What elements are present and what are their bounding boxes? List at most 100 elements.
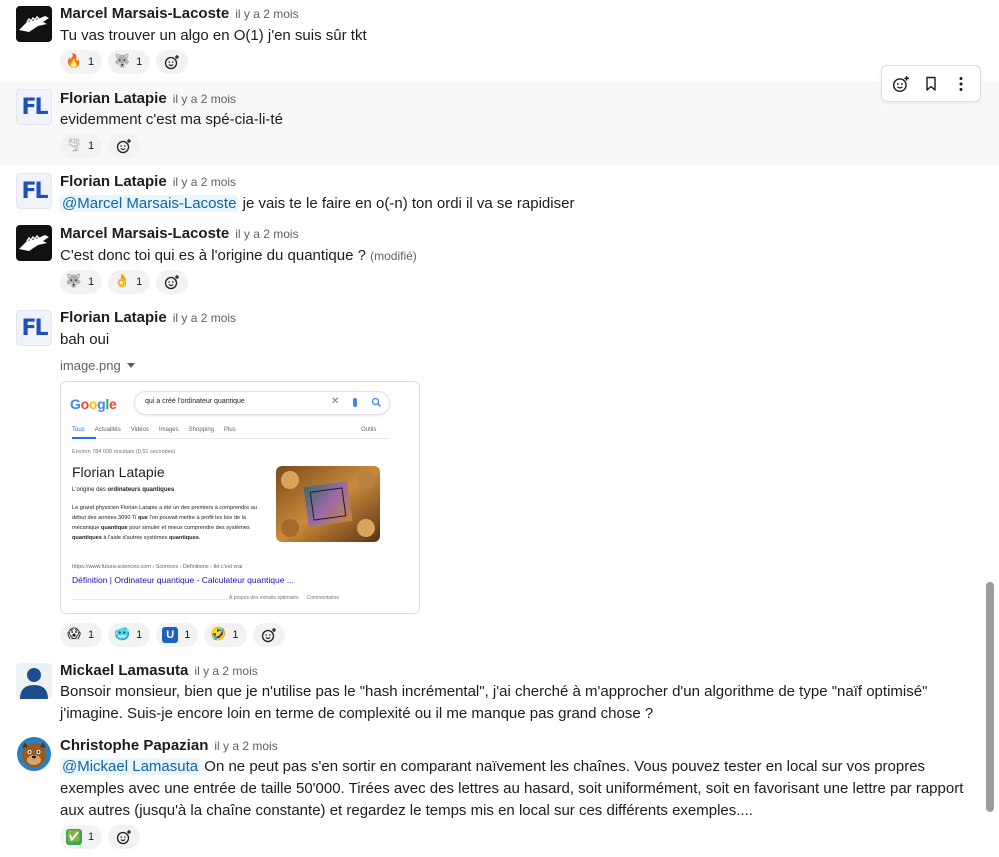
message-text: bah oui xyxy=(60,331,110,348)
divider xyxy=(72,438,390,439)
timestamp[interactable]: il y a 2 mois xyxy=(194,664,257,678)
tab-more: Plus xyxy=(224,427,236,433)
snippet-footer: À propos des extraits optimisés Commentai… xyxy=(229,595,339,601)
search-icon xyxy=(371,397,381,407)
scrollbar-thumb[interactable] xyxy=(986,582,994,812)
message: FL Florian Latapie il y a 2 mois evidemme… xyxy=(0,81,999,165)
tab-shopping: Shopping xyxy=(188,427,214,433)
reactions: ✅ 1 xyxy=(60,825,141,849)
timestamp[interactable]: il y a 2 mois xyxy=(173,92,236,106)
reactions: 🐺 1 👌 1 xyxy=(60,270,189,294)
reactions: 🌪 1 xyxy=(60,134,141,158)
add-reaction-button[interactable] xyxy=(156,50,189,74)
reaction[interactable]: 👌 1 xyxy=(108,270,151,294)
image-attachment[interactable]: Google qui a créé l'ordinateur quantique… xyxy=(60,381,420,614)
reaction-count: 1 xyxy=(88,276,95,288)
add-reaction-button[interactable] xyxy=(252,623,285,647)
author-name[interactable]: Florian Latapie xyxy=(60,173,167,190)
message-text: @Marcel Marsais-Lacoste je vais te le fa… xyxy=(60,195,575,212)
add-emoji-icon xyxy=(261,628,276,643)
message: Christophe Papazian il y a 2 mois @Mickae… xyxy=(0,732,999,857)
bookmark-button[interactable] xyxy=(917,70,945,98)
reaction[interactable]: 🐺 1 xyxy=(60,270,103,294)
message: Marcel Marsais-Lacoste il y a 2 mois Tu v… xyxy=(0,0,999,80)
author-name[interactable]: Florian Latapie xyxy=(60,309,167,326)
fire-icon: 🔥 xyxy=(65,54,83,69)
avatar[interactable]: FL xyxy=(16,173,52,209)
reaction[interactable]: 🔥 1 xyxy=(60,50,103,74)
author-name[interactable]: Marcel Marsais-Lacoste xyxy=(60,225,229,242)
message-text: Bonsoir monsieur, bien que je n'utilise … xyxy=(60,683,928,722)
ok-hand-icon: 👌 xyxy=(114,274,131,289)
timestamp[interactable]: il y a 2 mois xyxy=(235,227,298,241)
reaction[interactable]: 🤣 1 xyxy=(204,623,247,647)
message: FL Florian Latapie il y a 2 mois @Marcel … xyxy=(0,166,999,218)
message-text: C'est donc toi qui es à l'origine du qua… xyxy=(60,247,417,264)
avatar[interactable] xyxy=(16,736,52,772)
microphone-icon xyxy=(353,398,357,407)
avatar[interactable] xyxy=(16,6,52,42)
author-name[interactable]: Mickael Lamasuta xyxy=(60,662,188,679)
avatar[interactable] xyxy=(16,225,52,261)
check-mark-icon: ✅ xyxy=(66,829,82,845)
close-icon: ✕ xyxy=(331,396,340,407)
reactions: 😱 1 🥶 1 U1 🤣 1 xyxy=(60,623,285,647)
tab-all: Tous xyxy=(72,427,85,433)
rofl-icon: 🤣 xyxy=(210,627,227,642)
reaction[interactable]: 🥶 1 xyxy=(108,623,151,647)
add-reaction-button[interactable] xyxy=(108,825,141,849)
result-link: Définition | Ordinateur quantique - Calc… xyxy=(72,575,294,585)
add-emoji-icon xyxy=(165,275,180,290)
user-mention[interactable]: @Mickael Lamasuta xyxy=(60,758,201,775)
file-name-toggle[interactable]: image.png xyxy=(60,358,135,373)
message-feed: Marcel Marsais-Lacoste il y a 2 mois Tu v… xyxy=(0,0,999,857)
author-name[interactable]: Marcel Marsais-Lacoste xyxy=(60,5,229,22)
reaction[interactable]: ✅ 1 xyxy=(60,825,103,849)
author-name[interactable]: Florian Latapie xyxy=(60,90,167,107)
reaction[interactable]: 😱 1 xyxy=(60,623,103,647)
add-reaction-button[interactable] xyxy=(108,134,141,158)
reaction-count: 1 xyxy=(136,56,143,68)
author-name[interactable]: Christophe Papazian xyxy=(60,737,208,754)
scream-icon: 😱 xyxy=(67,627,81,642)
user-mention[interactable]: @Marcel Marsais-Lacoste xyxy=(60,195,239,212)
tab-images: Images xyxy=(158,427,179,433)
add-emoji-icon xyxy=(165,55,180,70)
avatar[interactable] xyxy=(16,663,52,699)
reaction-count: 1 xyxy=(232,629,239,641)
about-snippets-label: À propos des extraits optimisés xyxy=(229,595,299,601)
message-text: Tu vas trouver un algo en O(1) j'en suis… xyxy=(60,27,367,44)
search-tabs: Tous Actualités Vidéos Images Shopping P… xyxy=(72,427,236,433)
reaction-count: 1 xyxy=(184,629,191,641)
tab-news: Actualités xyxy=(94,427,121,433)
search-query: qui a créé l'ordinateur quantique xyxy=(145,398,245,405)
reactions: 🔥 1 🐺 1 xyxy=(60,50,189,74)
avatar[interactable]: FL xyxy=(16,310,52,346)
timestamp[interactable]: il y a 2 mois xyxy=(214,739,277,753)
add-reaction-button[interactable] xyxy=(156,270,189,294)
comments-label: Commentaires xyxy=(306,595,339,601)
cold-face-icon: 🥶 xyxy=(114,627,131,642)
more-actions-button[interactable] xyxy=(947,70,975,98)
avatar[interactable]: FL xyxy=(16,89,52,125)
u-badge-icon: U xyxy=(162,627,179,643)
message: Mickael Lamasuta il y a 2 mois Bonsoir mo… xyxy=(0,657,999,732)
reaction-count: 1 xyxy=(136,276,143,288)
add-emoji-icon xyxy=(116,139,132,154)
timestamp[interactable]: il y a 2 mois xyxy=(235,7,298,21)
message-actions-toolbar xyxy=(881,65,981,102)
reaction[interactable]: U1 xyxy=(156,623,199,647)
add-emoji-icon xyxy=(892,75,909,92)
bookmark-icon xyxy=(926,76,936,91)
google-logo: Google xyxy=(70,396,117,412)
add-reaction-button[interactable] xyxy=(887,70,915,98)
message: Marcel Marsais-Lacoste il y a 2 mois C'es… xyxy=(0,218,999,302)
reaction[interactable]: 🌪 1 xyxy=(60,134,103,158)
timestamp[interactable]: il y a 2 mois xyxy=(173,311,236,325)
reaction-count: 1 xyxy=(88,831,95,843)
reaction-count: 1 xyxy=(88,56,95,68)
timestamp[interactable]: il y a 2 mois xyxy=(173,175,236,189)
edited-label: (modifié) xyxy=(370,249,417,263)
reaction[interactable]: 🐺 1 xyxy=(108,50,151,74)
quantum-chip-image xyxy=(276,466,380,542)
